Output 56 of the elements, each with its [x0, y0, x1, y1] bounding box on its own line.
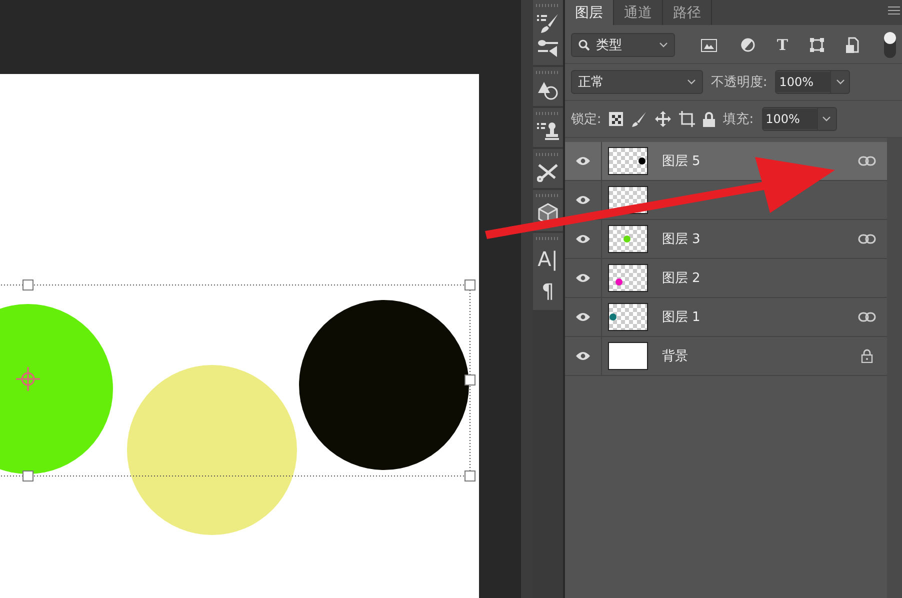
- crosshair-icon: [15, 366, 41, 392]
- caret-icon: [822, 116, 832, 122]
- caret-icon: [658, 42, 668, 48]
- sliders-icon: [536, 39, 559, 59]
- move-icon: [655, 111, 672, 127]
- eye-icon[interactable]: [574, 351, 591, 361]
- eye-icon[interactable]: [574, 156, 591, 166]
- layer-row[interactable]: 背景: [564, 337, 887, 376]
- filter-toggle[interactable]: [884, 32, 896, 58]
- layer-name: 背景: [662, 348, 689, 365]
- fill-field[interactable]: 100%: [762, 107, 837, 131]
- transform-handle[interactable]: [22, 280, 34, 290]
- transform-handle[interactable]: [22, 470, 34, 482]
- layer-row[interactable]: 图层 2: [564, 259, 887, 298]
- panel-button[interactable]: A|: [532, 246, 563, 272]
- opacity-field[interactable]: 100%: [775, 70, 850, 94]
- scrollbar[interactable]: [887, 138, 902, 598]
- eye-icon[interactable]: [574, 195, 591, 205]
- transform-filter-icon: [810, 38, 824, 52]
- opacity-label: 不透明度:: [710, 74, 768, 91]
- filter-dropdown[interactable]: 类型: [570, 33, 675, 57]
- shapes-icon: [536, 80, 559, 100]
- layer-name: 图层 2: [662, 270, 702, 287]
- layer-row[interactable]: 图层 3: [564, 220, 887, 259]
- lock-icon: [703, 112, 716, 126]
- image-filter-icon: [700, 38, 717, 52]
- transform-handle[interactable]: [464, 280, 476, 290]
- eye-icon[interactable]: [574, 273, 591, 283]
- blend-mode-dropdown[interactable]: 正常: [570, 70, 703, 94]
- lock-transparency-icon: [609, 112, 624, 126]
- smart-object-filter-icon: [846, 37, 860, 53]
- adjustment-filter-icon: [740, 38, 755, 52]
- layer-name: 图层 3: [662, 231, 702, 248]
- layer-name: 图层 1: [662, 309, 702, 326]
- search-icon: [578, 39, 590, 51]
- eye-icon[interactable]: [574, 234, 591, 244]
- type-filter-glyph[interactable]: T: [776, 36, 788, 54]
- wrench-icon: [536, 162, 559, 182]
- transform-handle[interactable]: [464, 374, 476, 386]
- layer-row[interactable]: 图层 1: [564, 298, 887, 337]
- caret-icon: [836, 79, 845, 85]
- fill-label: 填充:: [723, 111, 754, 128]
- lock-label: 锁定:: [570, 111, 602, 128]
- transform-handle[interactable]: [464, 470, 476, 482]
- menu-icon: [888, 6, 900, 15]
- panel-tab[interactable]: 图层: [564, 0, 614, 25]
- layer-row[interactable]: 图层 5: [564, 142, 887, 181]
- eye-icon[interactable]: [574, 312, 591, 322]
- stamp-icon: [536, 121, 559, 141]
- layer-thumbnail: [608, 342, 648, 370]
- layer-name: 图层 5: [662, 153, 702, 170]
- crop-icon: [679, 111, 696, 127]
- caret-icon: [686, 79, 696, 85]
- panel-button[interactable]: ¶: [532, 278, 563, 304]
- brush-icon: [631, 111, 648, 127]
- brush-icon: [536, 13, 559, 33]
